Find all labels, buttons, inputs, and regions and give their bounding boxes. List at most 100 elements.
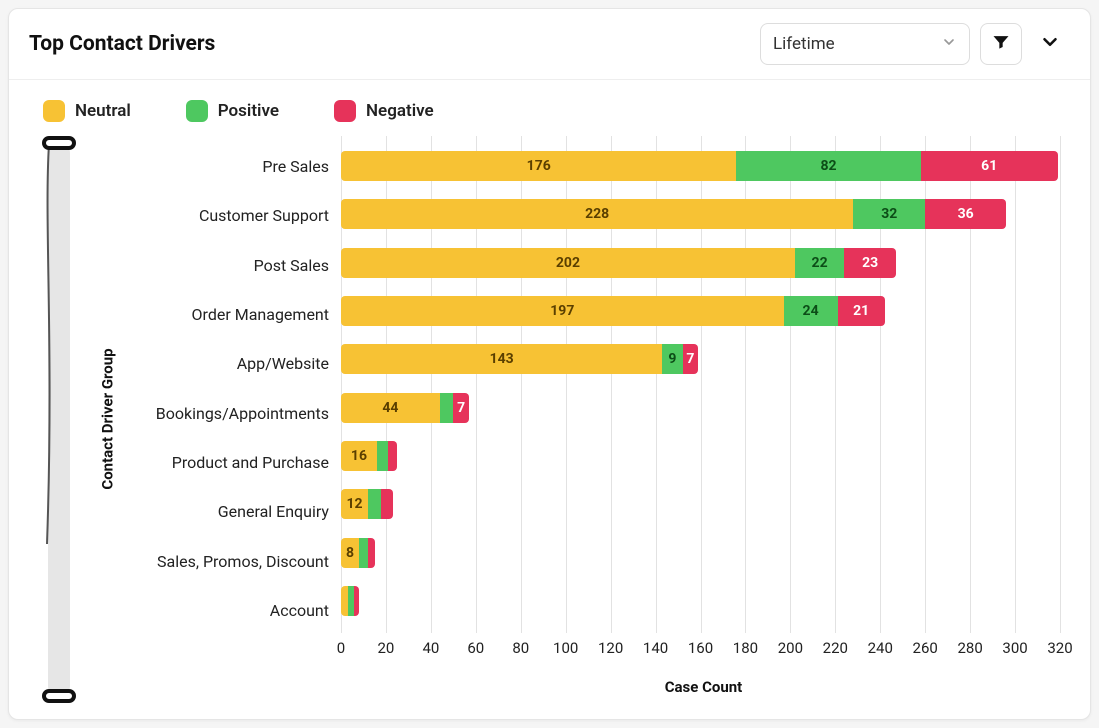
widget-title: Top Contact Drivers [29,32,760,56]
grid-line [1060,136,1061,633]
x-tick-label: 240 [868,639,893,657]
bar-segment-negative[interactable]: 61 [921,151,1058,181]
y-axis-label-col: Contact Driver Group [89,136,127,701]
x-tick-label: 160 [688,639,713,657]
x-tick-label: 100 [553,639,578,657]
bar-row: 16 [341,435,1060,477]
vertical-range-slider[interactable] [29,136,89,701]
bar-segment-negative[interactable]: 7 [453,393,469,423]
bar-segment-positive[interactable] [368,489,381,519]
x-tick-label: 40 [422,639,439,657]
legend-swatch [334,100,356,122]
bar-segment-positive[interactable] [440,393,453,423]
bar-row: 2022223 [341,242,1060,284]
x-tick-label: 220 [823,639,848,657]
x-tick-label: 20 [378,639,395,657]
plot-column: 1768261228323620222231972421143974471612… [337,136,1070,701]
bar-segment-neutral[interactable]: 8 [341,538,359,568]
chevron-down-icon [941,34,957,55]
x-tick-label: 80 [512,639,529,657]
bar-segment-positive[interactable] [359,538,368,568]
bar-segment-neutral[interactable]: 228 [341,199,853,229]
x-tick-label: 260 [913,639,938,657]
category-label: Order Management [127,294,337,336]
category-label: Post Sales [127,244,337,286]
legend-label: Positive [218,101,279,121]
slider-track [42,138,76,701]
slider-curve [46,144,52,544]
bar-segment-negative[interactable] [388,441,397,471]
category-label: Customer Support [127,195,337,237]
slider-handle-bottom[interactable] [42,689,76,703]
bar-segment-positive[interactable]: 22 [795,248,844,278]
x-axis: 0204060801001201401601802002202402602803… [341,637,1060,667]
bar-segment-positive[interactable]: 9 [662,344,682,374]
bar-segment-neutral[interactable] [341,586,348,616]
timeframe-value: Lifetime [773,34,835,54]
bar-segment-negative[interactable]: 23 [844,248,896,278]
bar-row: 1768261 [341,145,1060,187]
x-tick-label: 300 [1002,639,1027,657]
legend-label: Neutral [75,101,131,121]
bar-segment-negative[interactable]: 7 [683,344,699,374]
widget-card: Top Contact Drivers Lifetime Neutral [8,8,1091,720]
slider-handle-top[interactable] [42,136,76,150]
y-axis-label: Contact Driver Group [99,348,117,489]
x-tick-label: 280 [957,639,982,657]
bar-segment-neutral[interactable]: 143 [341,344,662,374]
category-label: Pre Sales [127,146,337,188]
bar-segment-neutral[interactable]: 16 [341,441,377,471]
category-labels-col: Pre Sales Customer Support Post Sales Order… [127,136,337,701]
bar-segment-negative[interactable] [354,586,358,616]
bar-segment-neutral[interactable]: 202 [341,248,795,278]
bar-segment-neutral[interactable]: 197 [341,296,784,326]
bar-row [341,580,1060,622]
bar-segment-neutral[interactable]: 12 [341,489,368,519]
bar-segment-negative[interactable]: 36 [925,199,1006,229]
x-tick-label: 0 [337,639,345,657]
legend-item-neutral[interactable]: Neutral [43,100,131,122]
legend-label: Negative [366,101,434,121]
bar-segment-positive[interactable] [377,441,388,471]
x-tick-label: 200 [778,639,803,657]
x-tick-label: 140 [643,639,668,657]
bar-segment-negative[interactable] [368,538,375,568]
chart-legend: Neutral Positive Negative [29,94,1070,136]
bar-segment-neutral[interactable]: 176 [341,151,736,181]
bar-row: 12 [341,483,1060,525]
bar-row: 2283236 [341,193,1060,235]
legend-swatch [43,100,65,122]
legend-swatch [186,100,208,122]
bar-segment-neutral[interactable]: 44 [341,393,440,423]
widget-header: Top Contact Drivers Lifetime [9,9,1090,80]
bar-row: 44 7 [341,387,1060,429]
timeframe-dropdown[interactable]: Lifetime [760,23,970,65]
bar-segment-positive[interactable]: 24 [784,296,838,326]
bar-segment-positive[interactable]: 82 [736,151,920,181]
bar-segment-positive[interactable]: 32 [853,199,925,229]
category-label: Account [127,589,337,631]
bar-segment-negative[interactable] [381,489,392,519]
filter-button[interactable] [980,23,1022,65]
category-label: Bookings/Appointments [127,392,337,434]
bar-segment-negative[interactable]: 21 [838,296,885,326]
x-tick-label: 60 [467,639,484,657]
filter-icon [991,32,1011,56]
chart-area: Contact Driver Group Pre Sales Customer S… [29,136,1070,701]
x-axis-label: Case Count [337,673,1070,701]
category-label: App/Website [127,343,337,385]
legend-item-negative[interactable]: Negative [334,100,434,122]
widget-body: Neutral Positive Negative [9,80,1090,719]
bar-row: 8 [341,532,1060,574]
category-label: Sales, Promos, Discount [127,540,337,582]
plot: 1768261228323620222231972421143974471612… [337,136,1070,633]
bar-segment-positive[interactable] [348,586,355,616]
legend-item-positive[interactable]: Positive [186,100,279,122]
collapse-button[interactable] [1030,24,1070,64]
category-label: General Enquiry [127,491,337,533]
x-tick-label: 320 [1047,639,1072,657]
x-tick-label: 180 [733,639,758,657]
chevron-down-icon [1039,31,1061,57]
bar-row: 1972421 [341,290,1060,332]
x-tick-label: 120 [598,639,623,657]
